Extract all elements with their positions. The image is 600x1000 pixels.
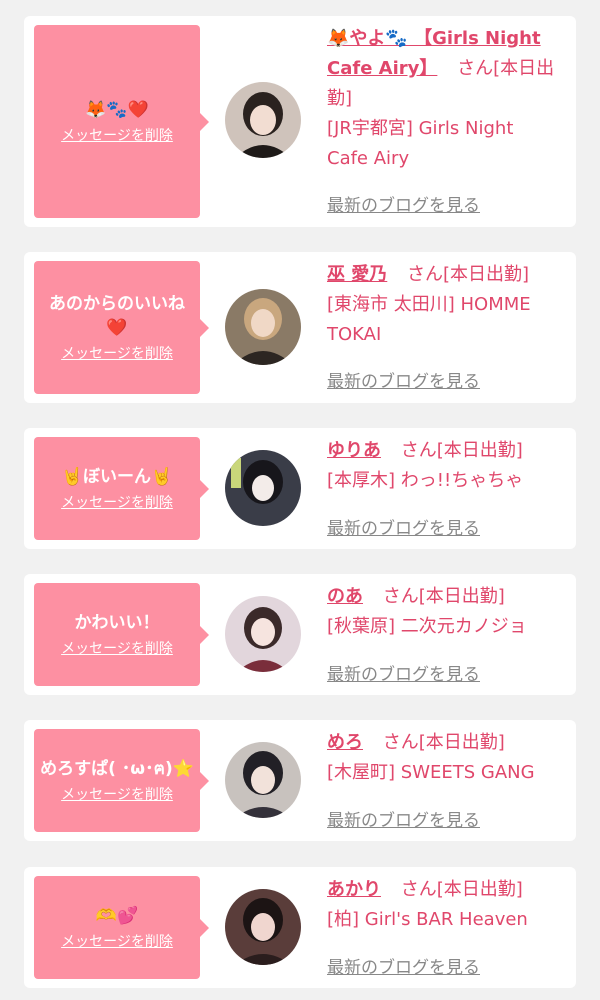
profile-info: 🦊やよ🐾 【Girls Night Cafe Airy】 さん[本日出勤] [J…: [327, 24, 560, 174]
message-bubble: めろすぱ( ･ω･ฅ)⭐ メッセージを削除: [34, 729, 209, 832]
honorific: さん: [400, 879, 437, 900]
shop-label: [本厚木] わっ!!ちゃちゃ: [327, 470, 524, 491]
work-status: [本日出勤]: [436, 440, 523, 461]
honorific: さん: [400, 440, 437, 461]
avatar[interactable]: [225, 596, 301, 672]
message-card: 🤘ぼいーん🤘 メッセージを削除 ゆりあ さん[本日出勤] [本厚木] わっ!!ち…: [24, 428, 576, 549]
profile-info: ゆりあ さん[本日出勤] [本厚木] わっ!!ちゃちゃ: [327, 436, 560, 496]
profile-name-link[interactable]: あかり: [327, 879, 381, 900]
message-text: 🫶💕: [95, 905, 139, 926]
view-latest-blog-link[interactable]: 最新のブログを見る: [327, 660, 480, 685]
honorific: さん: [407, 264, 444, 285]
message-text: 🤘ぼいーん🤘: [61, 466, 173, 487]
profile-name-link[interactable]: めろ: [327, 732, 363, 753]
avatar[interactable]: [225, 889, 301, 965]
message-bubble: あのからのいいね❤️ メッセージを削除: [34, 261, 209, 394]
message-bubble: 🤘ぼいーん🤘 メッセージを削除: [34, 437, 209, 540]
view-latest-blog-link[interactable]: 最新のブログを見る: [327, 191, 480, 216]
avatar[interactable]: [225, 742, 301, 818]
message-text: 🦊🐾❤️: [85, 99, 149, 120]
profile-info: めろ さん[本日出勤] [木屋町] SWEETS GANG: [327, 728, 560, 788]
work-status: [本日出勤]: [418, 732, 505, 753]
delete-message-link[interactable]: メッセージを削除: [61, 639, 173, 659]
message-text: かわいい！: [74, 612, 160, 633]
delete-message-link[interactable]: メッセージを削除: [61, 493, 173, 513]
message-text: めろすぱ( ･ω･ฅ)⭐: [40, 758, 194, 779]
profile-info: あかり さん[本日出勤] [柏] Girl's BAR Heaven: [327, 875, 560, 935]
view-latest-blog-link[interactable]: 最新のブログを見る: [327, 514, 480, 539]
honorific: さん: [457, 58, 494, 79]
message-card: めろすぱ( ･ω･ฅ)⭐ メッセージを削除 めろ さん[本日出勤] [木屋町] …: [24, 720, 576, 841]
work-status: [本日出勤]: [443, 264, 530, 285]
shop-label: [東海市 太田川] HOMME TOKAI: [327, 294, 531, 345]
profile-name-link[interactable]: のあ: [327, 586, 363, 607]
honorific: さん: [382, 732, 419, 753]
message-bubble: 🦊🐾❤️ メッセージを削除: [34, 25, 209, 218]
view-latest-blog-link[interactable]: 最新のブログを見る: [327, 367, 480, 392]
shop-label: [JR宇都宮] Girls Night Cafe Airy: [327, 118, 514, 169]
delete-message-link[interactable]: メッセージを削除: [61, 932, 173, 952]
message-bubble: かわいい！ メッセージを削除: [34, 583, 209, 686]
avatar[interactable]: [225, 289, 301, 365]
message-text: あのからのいいね❤️: [49, 293, 185, 338]
avatar[interactable]: [225, 82, 301, 158]
message-card: あのからのいいね❤️ メッセージを削除 巫 愛乃 さん[本日出勤] [東海市 太…: [24, 252, 576, 403]
shop-label: [秋葉原] 二次元カノジョ: [327, 616, 527, 637]
view-latest-blog-link[interactable]: 最新のブログを見る: [327, 806, 480, 831]
view-latest-blog-link[interactable]: 最新のブログを見る: [327, 953, 480, 978]
shop-label: [木屋町] SWEETS GANG: [327, 762, 535, 783]
profile-info: 巫 愛乃 さん[本日出勤] [東海市 太田川] HOMME TOKAI: [327, 260, 560, 350]
honorific: さん: [382, 586, 419, 607]
message-card: 🫶💕 メッセージを削除 あかり さん[本日出勤] [柏] Girl's BAR …: [24, 867, 576, 988]
delete-message-link[interactable]: メッセージを削除: [61, 126, 173, 146]
message-bubble: 🫶💕 メッセージを削除: [34, 876, 209, 979]
work-status: [本日出勤]: [418, 586, 505, 607]
profile-name-link[interactable]: 巫 愛乃: [327, 264, 387, 285]
shop-label: [柏] Girl's BAR Heaven: [327, 909, 528, 930]
profile-name-link[interactable]: ゆりあ: [327, 440, 381, 461]
message-card: かわいい！ メッセージを削除 のあ さん[本日出勤] [秋葉原] 二次元カノジョ…: [24, 574, 576, 695]
work-status: [本日出勤]: [436, 879, 523, 900]
message-list: 🦊🐾❤️ メッセージを削除 🦊やよ🐾 【Girls Night Cafe Air…: [0, 0, 600, 1000]
avatar[interactable]: [225, 450, 301, 526]
delete-message-link[interactable]: メッセージを削除: [61, 344, 173, 364]
delete-message-link[interactable]: メッセージを削除: [61, 785, 173, 805]
profile-info: のあ さん[本日出勤] [秋葉原] 二次元カノジョ: [327, 582, 560, 642]
message-card: 🦊🐾❤️ メッセージを削除 🦊やよ🐾 【Girls Night Cafe Air…: [24, 16, 576, 227]
